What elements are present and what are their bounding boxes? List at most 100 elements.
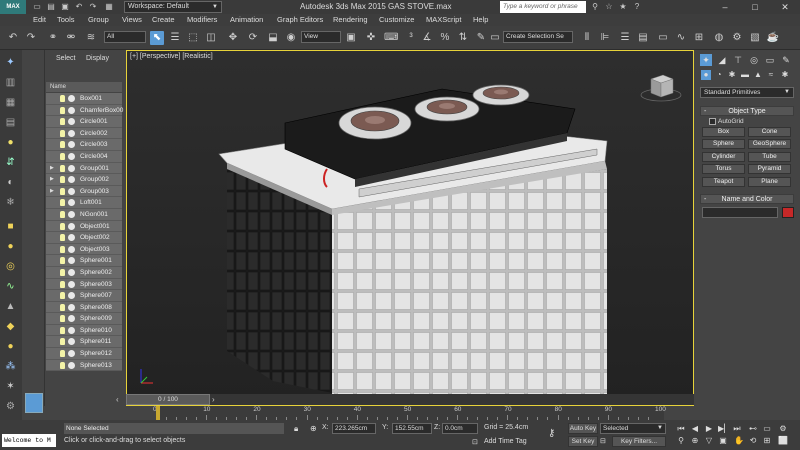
motion-tab-icon[interactable]: ◎ (748, 54, 760, 66)
visibility-bulb-icon[interactable] (60, 222, 65, 230)
absolute-mode-icon[interactable]: ⊕ (310, 424, 317, 433)
list-item[interactable]: ▶ Group002 (46, 174, 122, 186)
visibility-bulb-icon[interactable] (60, 95, 65, 102)
sort-icon[interactable]: ⇵ (3, 156, 18, 169)
visibility-bulb-icon[interactable] (60, 326, 65, 334)
primitive-button-tube[interactable]: Tube (748, 151, 791, 162)
visibility-bulb-icon[interactable] (60, 361, 65, 369)
list-item[interactable]: Sphere009 (46, 313, 122, 325)
graphite-ribbon-icon[interactable]: ▭ (656, 31, 670, 45)
scale-icon[interactable]: ⬓ (266, 31, 280, 45)
current-frame-field-icon[interactable]: ▭ (762, 424, 772, 434)
y-coordinate-field[interactable]: 152.55cm (392, 423, 432, 434)
search-input[interactable]: Type a keyword or phrase (500, 1, 586, 13)
render-setup-icon[interactable]: ⚙ (730, 31, 744, 45)
visibility-bulb-icon[interactable] (60, 303, 65, 311)
render-production-icon[interactable]: ☕ (766, 31, 780, 45)
time-configuration-icon[interactable]: ⚙ (778, 424, 788, 434)
menu-group[interactable]: Group (88, 14, 109, 26)
zoom-all-icon[interactable]: ⊕ (690, 436, 700, 446)
snaps-toggle-icon[interactable]: ³ (404, 31, 418, 45)
lock-selection-icon[interactable]: 🔒︎ (294, 424, 298, 434)
list-item[interactable]: Circle004 (46, 150, 122, 163)
previous-key-icon[interactable]: ◀ (690, 424, 700, 434)
orbit-icon[interactable]: ⟲ (748, 436, 758, 446)
primitive-type-dropdown[interactable]: Standard Primitives ▼ (700, 87, 794, 98)
pan-icon[interactable]: ✋ (734, 436, 744, 446)
list-item[interactable]: Sphere008 (46, 301, 122, 314)
autogrid-checkbox[interactable]: AutoGrid (709, 118, 744, 125)
list-item[interactable]: Sphere003 (46, 278, 122, 291)
list-item[interactable]: Box001 (46, 93, 122, 105)
primitive-button-geosphere[interactable]: GeoSphere (748, 139, 791, 150)
redo-icon[interactable]: ↷ (88, 2, 98, 12)
search-icon[interactable]: ⚲ (590, 2, 600, 12)
systems-icon[interactable]: ⚙ (3, 400, 18, 413)
cameras-icon[interactable]: ▬ (740, 70, 750, 80)
angle-snap-icon[interactable]: ∡ (420, 31, 434, 45)
close-icon[interactable]: ✕ (770, 0, 800, 14)
visibility-bulb-icon[interactable] (60, 338, 65, 346)
schematic-view-icon[interactable]: ⊞ (692, 31, 706, 45)
cone-primitive-icon[interactable]: ▲ (3, 300, 18, 313)
minimize-icon[interactable]: – (710, 0, 740, 14)
visibility-bulb-icon[interactable] (60, 199, 65, 207)
sphere-primitive-icon[interactable]: ● (3, 240, 18, 253)
go-to-end-icon[interactable]: ⏭ (732, 424, 742, 434)
primitive-button-box[interactable]: Box (702, 127, 745, 137)
visibility-bulb-icon[interactable] (60, 106, 65, 114)
object-name-field[interactable] (702, 207, 778, 218)
primitive-button-sphere[interactable]: Sphere (702, 139, 745, 150)
mirror-icon[interactable]: ⫴ (580, 31, 594, 45)
x-coordinate-field[interactable]: 223.265cm (332, 423, 376, 434)
named-selection-dropdown[interactable]: Create Selection Se (503, 31, 573, 43)
expand-arrow-icon[interactable]: ▶ (50, 163, 54, 174)
undo-icon[interactable]: ↶ (74, 2, 84, 12)
list-item[interactable]: Object001 (46, 220, 122, 233)
select-and-link-icon[interactable]: ⚭ (46, 31, 60, 45)
layer-manager-icon[interactable]: ▤ (636, 31, 650, 45)
hide-icon[interactable]: ◐ (3, 176, 18, 189)
lights-icon[interactable]: ✱ (727, 70, 737, 80)
named-selection-icon[interactable]: ▭ (488, 31, 502, 45)
name-and-color-rollout[interactable]: - Name and Color (700, 194, 794, 204)
maxscript-listener[interactable]: Welcome to M (2, 434, 56, 447)
primitive-button-teapot[interactable]: Teapot (702, 176, 745, 187)
list-item[interactable]: Circle003 (46, 139, 122, 151)
menu-maxscript[interactable]: MAXScript (426, 14, 461, 26)
torus-primitive-icon[interactable]: ◎ (3, 260, 18, 273)
menu-create[interactable]: Create (152, 14, 175, 26)
primitive-button-pyramid[interactable]: Pyramid (748, 164, 791, 175)
list-item[interactable]: Circle002 (46, 127, 122, 140)
zoom-icon[interactable]: ⚲ (676, 436, 686, 446)
list-item[interactable]: ChamferBox00 (46, 104, 123, 117)
list-item[interactable]: Sphere013 (46, 359, 122, 372)
object-color-swatch[interactable] (782, 207, 794, 218)
project-folder-icon[interactable]: ▦ (104, 2, 114, 12)
spinner-snap-icon[interactable]: ⇅ (456, 31, 470, 45)
list-item[interactable]: Sphere002 (46, 266, 122, 279)
visibility-bulb-icon[interactable] (60, 257, 65, 265)
selection-filter-dropdown[interactable]: All (104, 31, 146, 43)
key-filters-button[interactable]: Key Filters... (612, 436, 666, 447)
z-coordinate-field[interactable]: 0.0cm (442, 423, 478, 434)
list-item[interactable]: Sphere001 (46, 255, 122, 267)
menu-graph-editors[interactable]: Graph Editors (277, 14, 323, 26)
select-object-icon[interactable]: ⬉ (150, 31, 164, 45)
expand-arrow-icon[interactable]: ▶ (50, 186, 54, 197)
menu-views[interactable]: Views (122, 14, 142, 26)
app-logo[interactable]: MAX (0, 0, 26, 14)
modify-tab-icon[interactable]: ◢ (716, 54, 728, 66)
primitive-button-plane[interactable]: Plane (748, 176, 791, 187)
visibility-bulb-icon[interactable] (60, 176, 65, 184)
maximize-viewport-icon[interactable]: ⬜ (778, 436, 788, 446)
helpers-icon[interactable]: ▲ (753, 70, 763, 80)
edit-named-selection-icon[interactable]: ✎ (474, 31, 488, 45)
visibility-bulb-icon[interactable] (60, 234, 65, 242)
visibility-bulb-icon[interactable] (60, 350, 65, 358)
select-and-place-icon[interactable]: ◉ (284, 31, 298, 45)
manipulate-icon[interactable]: ✜ (364, 31, 378, 45)
column-header-name[interactable]: Name (46, 82, 122, 92)
perspective-viewport[interactable] (126, 50, 694, 406)
light-icon[interactable]: ● (3, 136, 18, 149)
